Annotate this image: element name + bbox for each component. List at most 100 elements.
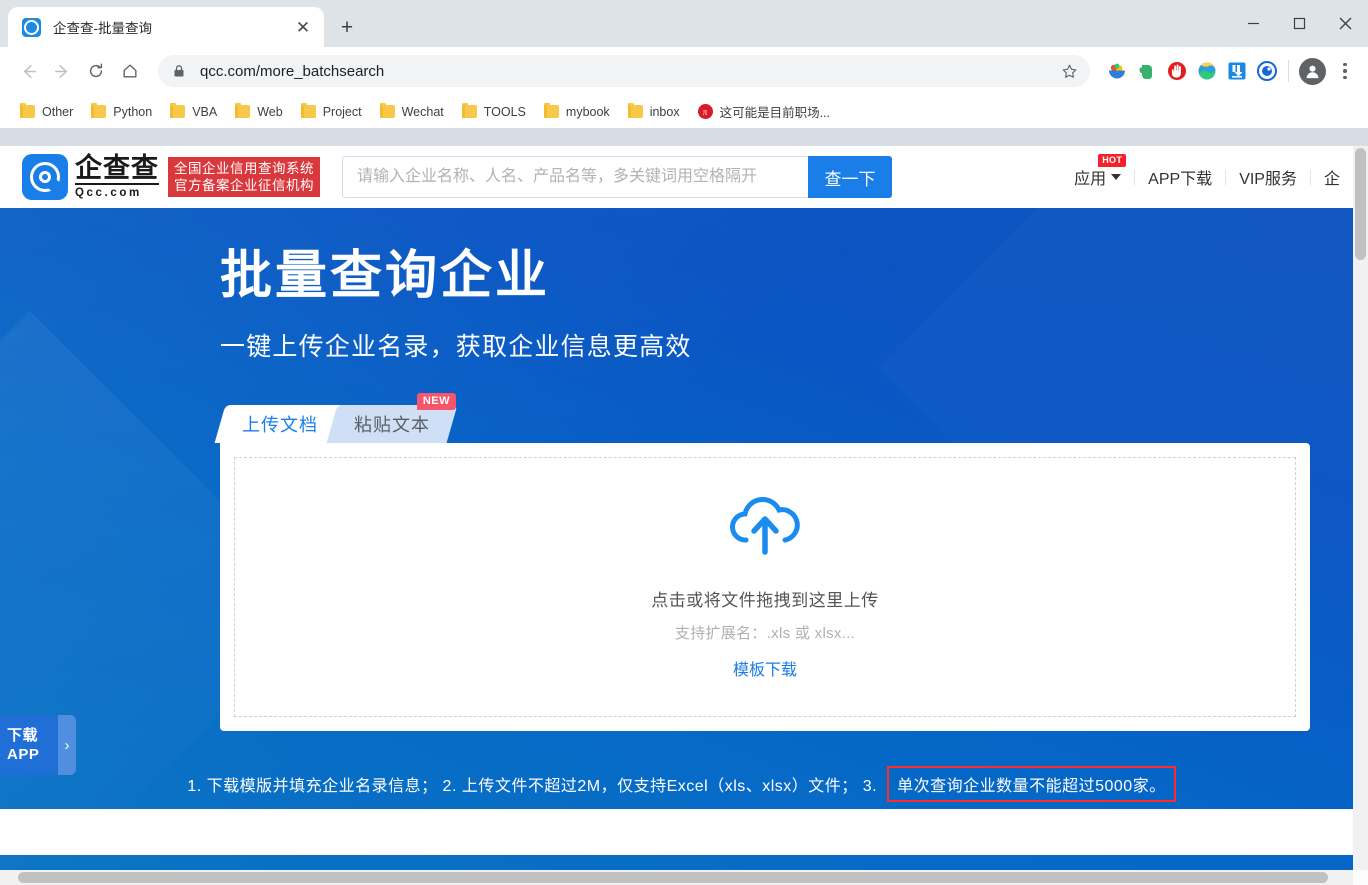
- page-viewport: 企查查 Qcc.com 全国企业信用查询系统 官方备案企业征信机构 查一下 应用: [0, 146, 1368, 885]
- tips-row: 1. 下载模版并填充企业名录信息； 2. 上传文件不超过2M，仅支持Excel（…: [187, 766, 1353, 803]
- tab-label: 粘贴文本: [354, 415, 430, 436]
- bookmark-article[interactable]: π 这可能是目前职场...: [690, 98, 838, 125]
- nav-label: 应用: [1074, 171, 1107, 188]
- logo-en-text: Qcc.com: [75, 186, 142, 199]
- site-logo[interactable]: 企查查 Qcc.com 全国企业信用查询系统 官方备案企业征信机构: [22, 154, 320, 200]
- bookmark-label: inbox: [649, 104, 680, 119]
- fruit-bowl-icon[interactable]: [1106, 60, 1128, 82]
- cloud-upload-icon: [726, 494, 804, 556]
- bookmark-label: VBA: [192, 104, 218, 119]
- qcc-logo-icon: [22, 17, 41, 37]
- browser-titlebar: 企查查-批量查询 ✕ +: [0, 0, 1368, 47]
- reload-icon[interactable]: [80, 55, 112, 87]
- nav-label: 企: [1323, 171, 1340, 188]
- folder-icon: [300, 103, 316, 118]
- idm-icon[interactable]: [1196, 60, 1218, 82]
- browser-window: 企查查-批量查询 ✕ + qcc.com/more_batchsearch Ot…: [0, 0, 1368, 885]
- bookmark-label: Web: [257, 104, 283, 119]
- url-text: qcc.com/more_batchsearch: [200, 62, 385, 80]
- scrollbar-corner: [1353, 870, 1368, 885]
- search-input[interactable]: [342, 156, 808, 198]
- header-nav: 应用 HOT APP下载 VIP服务 企: [1061, 146, 1353, 208]
- back-icon[interactable]: [12, 55, 44, 87]
- three-dot-menu-icon[interactable]: [1332, 56, 1358, 86]
- bookmark-other[interactable]: Other: [12, 101, 81, 123]
- decorative-dot-grid: [1273, 811, 1341, 862]
- download-app-widget[interactable]: 下载 APP ›: [0, 715, 76, 775]
- nav-item-app-download[interactable]: APP下载: [1135, 165, 1225, 189]
- page-title: 批量查询企业: [220, 247, 551, 305]
- bookmark-wechat[interactable]: Wechat: [372, 101, 452, 123]
- folder-icon: [20, 103, 35, 118]
- logo-cn-text: 企查查: [75, 152, 159, 185]
- tab-paste-text[interactable]: 粘贴文本 NEW: [326, 393, 458, 444]
- page-footer-space: [0, 809, 1353, 855]
- qcc-page: 企查查 Qcc.com 全国企业信用查询系统 官方备案企业征信机构 查一下 应用: [0, 146, 1353, 870]
- lock-icon: [172, 64, 186, 78]
- folder-icon: [379, 103, 395, 118]
- vertical-scrollbar[interactable]: [1353, 146, 1368, 870]
- bookmark-project[interactable]: Project: [293, 101, 370, 123]
- logo-badge-line2: 官方备案企业征信机构: [174, 178, 314, 193]
- new-tab-button[interactable]: +: [330, 10, 364, 44]
- page-subtitle: 一键上传企业名录，获取企业信息更高效: [220, 333, 692, 362]
- new-badge: NEW: [416, 393, 456, 411]
- tab-title: 企查查-批量查询: [53, 21, 152, 36]
- address-bar[interactable]: qcc.com/more_batchsearch: [158, 55, 1090, 87]
- search-button[interactable]: 查一下: [808, 156, 892, 198]
- file-dropzone[interactable]: 点击或将文件拖拽到这里上传 支持扩展名：.xls 或 xlsx... 模板下载: [234, 457, 1296, 718]
- tab-label: 上传文档: [242, 415, 318, 436]
- horizontal-scrollbar-thumb[interactable]: [18, 872, 1328, 883]
- bookmarks-bar: Other Python VBA Web Project Wechat TOOL…: [0, 95, 1368, 129]
- mode-tabs: 上传文档 粘贴文本 NEW: [214, 393, 1353, 444]
- folder-icon: [91, 103, 107, 118]
- window-close-icon[interactable]: [1322, 0, 1368, 47]
- profile-avatar-icon[interactable]: [1299, 57, 1326, 85]
- nav-item-truncated[interactable]: 企: [1311, 165, 1353, 189]
- bookmark-mybook[interactable]: mybook: [536, 101, 618, 123]
- nav-item-vip[interactable]: VIP服务: [1226, 165, 1310, 189]
- evernote-icon[interactable]: [1136, 60, 1158, 82]
- app-widget-line2: APP: [7, 746, 40, 763]
- blue-circle-icon[interactable]: [1256, 60, 1278, 82]
- template-download-link[interactable]: 模板下载: [733, 656, 797, 680]
- horizontal-scrollbar[interactable]: [0, 870, 1368, 885]
- forward-icon[interactable]: [46, 55, 78, 87]
- home-icon[interactable]: [114, 55, 146, 87]
- bookmark-tools[interactable]: TOOLS: [454, 101, 534, 123]
- logo-badge: 全国企业信用查询系统 官方备案企业征信机构: [168, 157, 320, 197]
- download-icon[interactable]: [1226, 60, 1248, 82]
- maximize-icon[interactable]: [1276, 0, 1322, 47]
- folder-icon: [235, 103, 251, 118]
- folder-icon: [543, 103, 559, 118]
- chevron-right-icon[interactable]: ›: [58, 715, 76, 775]
- logo-badge-line1: 全国企业信用查询系统: [174, 161, 314, 176]
- folder-icon: [461, 103, 477, 118]
- hot-badge: HOT: [1098, 154, 1127, 167]
- app-widget-line1: 下载: [7, 727, 39, 744]
- close-icon[interactable]: ✕: [290, 14, 316, 40]
- browser-tab[interactable]: 企查查-批量查询 ✕: [8, 7, 324, 47]
- bookmark-label: Python: [113, 104, 153, 119]
- bookmark-python[interactable]: Python: [83, 101, 160, 123]
- hero-section: 批量查询企业 一键上传企业名录，获取企业信息更高效 上传文档 粘贴文本 NEW: [0, 208, 1353, 870]
- adblock-icon[interactable]: [1166, 60, 1188, 82]
- dropzone-sub-text: 支持扩展名：.xls 或 xlsx...: [674, 625, 856, 643]
- site-search: 查一下: [342, 156, 892, 198]
- bookmark-vba[interactable]: VBA: [162, 101, 225, 123]
- vertical-scrollbar-thumb[interactable]: [1355, 148, 1366, 260]
- tab-upload-document[interactable]: 上传文档: [214, 405, 346, 444]
- tips-plain-text: 1. 下载模版并填充企业名录信息； 2. 上传文件不超过2M，仅支持Excel（…: [187, 778, 878, 796]
- bookmark-label: Wechat: [401, 104, 444, 119]
- nav-item-apps[interactable]: 应用 HOT: [1061, 154, 1134, 189]
- bookmark-inbox[interactable]: inbox: [620, 101, 688, 123]
- star-icon[interactable]: [1056, 58, 1082, 84]
- extension-icons: [1100, 60, 1278, 82]
- qcc-logo-icon: [22, 154, 68, 200]
- browser-toolbar: qcc.com/more_batchsearch: [0, 47, 1368, 95]
- nav-label: APP下载: [1148, 171, 1213, 188]
- chevron-down-icon: [1111, 174, 1122, 180]
- bookmark-web[interactable]: Web: [227, 101, 290, 123]
- nav-label: VIP服务: [1239, 171, 1297, 188]
- minimize-icon[interactable]: [1230, 0, 1276, 47]
